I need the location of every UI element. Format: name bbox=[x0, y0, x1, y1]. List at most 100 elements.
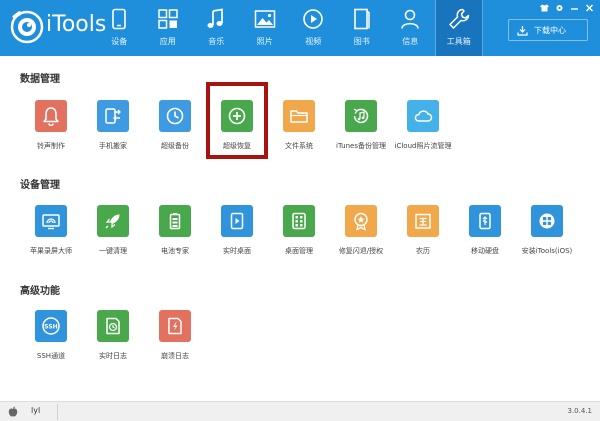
tool-lunar-calendar[interactable]: 农历 bbox=[392, 205, 454, 256]
grid-manage-icon bbox=[292, 212, 306, 230]
music-backup-icon bbox=[353, 108, 369, 124]
nav-label: 设备 bbox=[111, 37, 128, 46]
install-itools-icon-tile bbox=[531, 205, 563, 237]
close-icon bbox=[586, 4, 593, 12]
crash-log-icon bbox=[168, 317, 182, 335]
tool-realtime-log[interactable]: 实时日志 bbox=[82, 310, 144, 361]
device-management-tools: 苹果录屏大师 一键清理 电池专家 实时桌面 桌面管理 修复闪退/授权 农历 移动… bbox=[20, 205, 578, 256]
book-icon bbox=[353, 8, 370, 30]
nav-label: 图书 bbox=[353, 37, 370, 46]
tool-mobile-drive[interactable]: 移动硬盘 bbox=[454, 205, 516, 256]
minimize-button[interactable] bbox=[568, 3, 581, 13]
itools-ios-icon bbox=[539, 213, 555, 229]
ssh-icon-tile: SSH bbox=[35, 310, 67, 342]
nav-item-photos[interactable]: 照片 bbox=[241, 0, 290, 56]
tool-live-desktop[interactable]: 实时桌面 bbox=[206, 205, 268, 256]
main-nav: 设备 应用 音乐 照片 视频 图书 信息 工具箱 bbox=[95, 0, 483, 56]
file-system-icon-tile bbox=[283, 100, 315, 132]
nav-item-books[interactable]: 图书 bbox=[338, 0, 387, 56]
nav-label: 信息 bbox=[402, 37, 419, 46]
tool-label: iCloud照片流管理 bbox=[394, 142, 452, 150]
battery-icon bbox=[169, 213, 181, 230]
tool-label: 桌面管理 bbox=[285, 247, 313, 255]
shirt-icon bbox=[540, 4, 549, 12]
super-backup-icon-tile bbox=[159, 100, 191, 132]
status-divider bbox=[57, 404, 58, 420]
tool-label: 苹果录屏大师 bbox=[30, 247, 72, 255]
mobile-drive-icon-tile bbox=[469, 205, 501, 237]
tool-label: 安装iTools(iOS) bbox=[521, 247, 573, 255]
tool-ringtone-maker[interactable]: 铃声制作 bbox=[20, 100, 82, 151]
top-nav-bar: iTools 设备 应用 音乐 照片 视频 图书 信息 工具箱 下载中心 bbox=[0, 0, 600, 56]
tool-install-itools-ios[interactable]: 安装iTools(iOS) bbox=[516, 205, 578, 256]
rocket-icon bbox=[105, 214, 120, 229]
tool-file-system[interactable]: 文件系统 bbox=[268, 100, 330, 151]
tool-label: 手机搬家 bbox=[99, 142, 127, 150]
gear-icon bbox=[556, 5, 563, 11]
download-center-button[interactable]: 下载中心 bbox=[508, 19, 588, 41]
apple-icon bbox=[8, 406, 18, 417]
ringtone-icon-tile bbox=[35, 100, 67, 132]
download-icon bbox=[517, 25, 528, 36]
tool-label: 修复闪退/授权 bbox=[338, 247, 384, 255]
bell-icon bbox=[43, 107, 59, 126]
phone-transfer-icon bbox=[105, 108, 121, 124]
badge-icon bbox=[354, 212, 368, 231]
nav-label: 音乐 bbox=[208, 37, 225, 46]
tool-icloud-photostream[interactable]: iCloud照片流管理 bbox=[392, 100, 454, 151]
nav-label: 视频 bbox=[305, 37, 322, 46]
battery-icon-tile bbox=[159, 205, 191, 237]
ssh-icon: SSH bbox=[42, 317, 60, 335]
tool-label: 超级备份 bbox=[161, 142, 189, 150]
wrench-icon bbox=[449, 8, 469, 29]
tool-crash-log[interactable]: 崩溃日志 bbox=[144, 310, 206, 361]
download-center-label: 下载中心 bbox=[534, 25, 566, 35]
skin-button[interactable] bbox=[538, 3, 551, 13]
tool-screen-recorder[interactable]: 苹果录屏大师 bbox=[20, 205, 82, 256]
tool-label: 崩溃日志 bbox=[161, 352, 189, 360]
realtime-log-icon bbox=[106, 317, 120, 335]
nav-item-toolbox[interactable]: 工具箱 bbox=[434, 0, 483, 56]
settings-button[interactable] bbox=[553, 3, 566, 13]
tool-one-click-clean[interactable]: 一键清理 bbox=[82, 205, 144, 256]
fix-crash-icon-tile bbox=[345, 205, 377, 237]
window-controls bbox=[538, 3, 596, 13]
tool-desktop-manager[interactable]: 桌面管理 bbox=[268, 205, 330, 256]
nav-item-music[interactable]: 音乐 bbox=[192, 0, 241, 56]
crash-log-icon-tile bbox=[159, 310, 191, 342]
tool-battery-expert[interactable]: 电池专家 bbox=[144, 205, 206, 256]
close-button[interactable] bbox=[583, 3, 596, 13]
cloud-icon bbox=[414, 110, 433, 122]
nav-item-device[interactable]: 设备 bbox=[95, 0, 144, 56]
tool-label: 一键清理 bbox=[99, 247, 127, 255]
live-desktop-icon-tile bbox=[221, 205, 253, 237]
itools-logo-icon bbox=[10, 10, 44, 44]
tool-label: iTunes备份管理 bbox=[336, 142, 386, 150]
tool-fix-crash-authorize[interactable]: 修复闪退/授权 bbox=[330, 205, 392, 256]
photo-icon bbox=[254, 10, 275, 28]
tool-phone-transfer[interactable]: 手机搬家 bbox=[82, 100, 144, 151]
clock-backup-icon bbox=[166, 107, 184, 125]
screen-cast-icon bbox=[42, 214, 60, 230]
folder-icon bbox=[290, 110, 308, 123]
nav-item-info[interactable]: 信息 bbox=[386, 0, 435, 56]
svg-text:SSH: SSH bbox=[44, 323, 57, 330]
apps-grid-icon bbox=[158, 9, 178, 29]
calendar-icon bbox=[415, 213, 431, 229]
device-user-name[interactable]: lyl bbox=[31, 406, 40, 415]
phone-icon bbox=[112, 8, 127, 30]
section-title-device-management: 设备管理 bbox=[20, 180, 60, 191]
minimize-icon bbox=[571, 8, 578, 10]
desktop-manager-icon-tile bbox=[283, 205, 315, 237]
tool-label: 实时日志 bbox=[99, 352, 127, 360]
tool-ssh-channel[interactable]: SSH SSH通道 bbox=[20, 310, 82, 361]
icloud-icon-tile bbox=[407, 100, 439, 132]
music-note-icon bbox=[207, 8, 224, 28]
lunar-calendar-icon-tile bbox=[407, 205, 439, 237]
one-click-clean-icon-tile bbox=[97, 205, 129, 237]
nav-label: 应用 bbox=[159, 37, 176, 46]
tool-itunes-backup[interactable]: iTunes备份管理 bbox=[330, 100, 392, 151]
nav-item-apps[interactable]: 应用 bbox=[144, 0, 193, 56]
nav-item-video[interactable]: 视频 bbox=[289, 0, 338, 56]
tool-super-backup[interactable]: 超级备份 bbox=[144, 100, 206, 151]
